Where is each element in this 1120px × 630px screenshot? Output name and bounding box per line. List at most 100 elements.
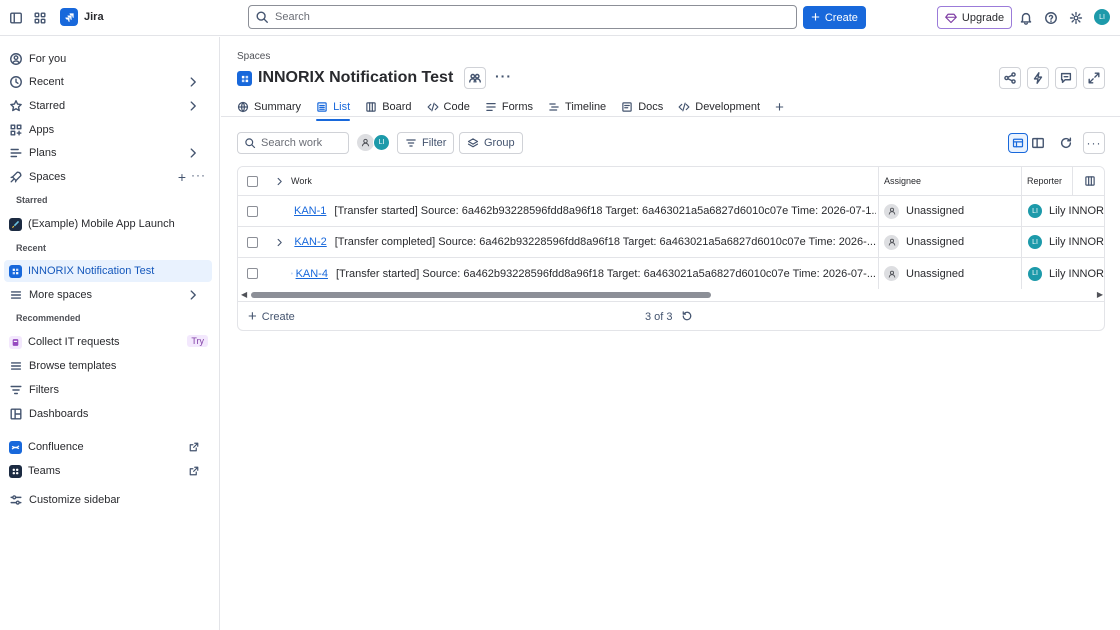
- sidebar-item-starred[interactable]: Starred: [4, 95, 212, 117]
- sidebar-item-browse-templates[interactable]: Browse templates: [4, 355, 212, 377]
- breadcrumb[interactable]: Spaces: [237, 51, 270, 62]
- user-avatar[interactable]: LI: [1093, 8, 1111, 26]
- upgrade-button[interactable]: Upgrade: [937, 6, 1012, 29]
- issue-key-link[interactable]: KAN-4: [296, 268, 328, 280]
- more-icon[interactable]: ···: [495, 68, 512, 84]
- timeline-icon: [549, 103, 559, 111]
- unassigned-filter-avatar[interactable]: [357, 134, 374, 151]
- reload-count-button[interactable]: [681, 310, 693, 322]
- detail-view-toggle[interactable]: [1031, 136, 1045, 150]
- sidebar-item-collect-it-requests[interactable]: Collect IT requests Try: [4, 331, 212, 353]
- row-checkbox[interactable]: [247, 258, 261, 289]
- table-row[interactable]: KAN-1 [Transfer started] Source: 6a462b9…: [238, 196, 1104, 227]
- fullscreen-button[interactable]: [1083, 67, 1105, 89]
- assignee-cell[interactable]: Unassigned: [884, 258, 1024, 289]
- upgrade-label: Upgrade: [961, 11, 1005, 24]
- more-actions-button[interactable]: ···: [1083, 132, 1105, 154]
- app-name[interactable]: Jira: [84, 11, 104, 23]
- chevron-right-icon[interactable]: [186, 146, 200, 160]
- column-header-work[interactable]: Work: [291, 167, 391, 195]
- jira-logo[interactable]: [60, 8, 78, 26]
- reporter-cell[interactable]: LI Lily INNORI: [1027, 196, 1104, 226]
- add-tab-icon[interactable]: +: [775, 99, 784, 116]
- issue-summary[interactable]: [Transfer started] Source: 6a462b9322859…: [336, 268, 876, 280]
- main-content: Spaces INNORIX Notification Test ··· Sum…: [221, 37, 1120, 630]
- sidebar-item-confluence[interactable]: Confluence: [4, 436, 212, 458]
- assignee-cell[interactable]: Unassigned: [884, 227, 1024, 257]
- sidebar-item-recent[interactable]: Recent: [4, 71, 212, 93]
- issue-summary[interactable]: [Transfer started] Source: 6a462b9322859…: [334, 205, 876, 217]
- global-search[interactable]: [248, 5, 797, 29]
- sidebar-item-apps[interactable]: Apps: [4, 119, 212, 141]
- sidebar-item-spaces[interactable]: Spaces + ···: [4, 166, 212, 188]
- group-button[interactable]: Group: [459, 132, 523, 154]
- sidebar-item-plans[interactable]: Plans: [4, 142, 212, 164]
- sidebar-item-mobile-app-launch[interactable]: (Example) Mobile App Launch: [4, 213, 212, 235]
- sidebar-item-for-you[interactable]: For you: [4, 48, 212, 70]
- table-row[interactable]: KAN-4 [Transfer started] Source: 6a462b9…: [238, 258, 1104, 289]
- feedback-button[interactable]: [1055, 67, 1077, 89]
- tab-forms[interactable]: Forms: [485, 96, 533, 118]
- bell-icon[interactable]: [1017, 9, 1035, 27]
- team-button[interactable]: [464, 67, 486, 89]
- chevron-right-icon[interactable]: [186, 75, 200, 89]
- external-link-icon[interactable]: [188, 441, 200, 453]
- reporter-cell[interactable]: LI Lily INNORI: [1027, 227, 1104, 257]
- refresh-button[interactable]: [1059, 136, 1073, 150]
- expand-row-chevron[interactable]: [274, 227, 288, 257]
- automation-button[interactable]: [1027, 67, 1049, 89]
- inline-create-button[interactable]: + Create: [248, 309, 295, 324]
- list-view-toggle[interactable]: [1008, 133, 1028, 153]
- assignee-cell[interactable]: Unassigned: [884, 196, 1024, 226]
- tab-list[interactable]: List: [316, 96, 351, 121]
- filter-button[interactable]: Filter: [397, 132, 455, 154]
- search-input[interactable]: [275, 11, 775, 23]
- sidebar-item-label: Filters: [29, 384, 59, 396]
- sidebar-item-dashboards[interactable]: Dashboards: [4, 403, 212, 425]
- horizontal-scrollbar[interactable]: ◀ ▶: [238, 289, 1104, 301]
- table-row[interactable]: KAN-2 [Transfer completed] Source: 6a462…: [238, 227, 1104, 258]
- sidebar-item-customize[interactable]: Customize sidebar: [4, 489, 212, 511]
- select-all-checkbox[interactable]: [247, 167, 261, 195]
- tab-board[interactable]: Board: [365, 96, 412, 118]
- tab-timeline[interactable]: Timeline: [548, 96, 606, 118]
- issue-key-link[interactable]: KAN-1: [294, 205, 326, 217]
- sidebar-item-label: INNORIX Notification Test: [28, 265, 155, 277]
- search-work-field[interactable]: [237, 132, 349, 154]
- tab-summary[interactable]: Summary: [237, 96, 301, 118]
- sidebar-item-filters[interactable]: Filters: [4, 379, 212, 401]
- more-icon[interactable]: ···: [191, 168, 206, 182]
- search-work-input[interactable]: [261, 137, 346, 149]
- add-space-icon[interactable]: +: [178, 169, 186, 185]
- tab-code[interactable]: Code: [427, 96, 470, 118]
- column-header-assignee[interactable]: Assignee: [884, 167, 1004, 195]
- external-link-icon[interactable]: [188, 465, 200, 477]
- settings-icon[interactable]: [1067, 9, 1085, 27]
- sidebar-item-innorix[interactable]: INNORIX Notification Test: [4, 260, 212, 282]
- columns-icon: [1085, 176, 1095, 186]
- sidebar-toggle-icon[interactable]: [7, 9, 25, 27]
- issue-key-link[interactable]: KAN-2: [294, 236, 326, 248]
- reporter-cell[interactable]: LI Lily INNORI: [1027, 258, 1104, 289]
- chevron-right-icon[interactable]: [186, 99, 200, 113]
- share-button[interactable]: [999, 67, 1021, 89]
- app-switcher-icon[interactable]: [31, 9, 49, 27]
- try-badge[interactable]: Try: [187, 335, 208, 347]
- column-header-reporter[interactable]: Reporter: [1027, 167, 1087, 195]
- sidebar-item-teams[interactable]: Teams: [4, 460, 212, 482]
- scroll-right-arrow[interactable]: ▶: [1097, 290, 1103, 299]
- row-checkbox[interactable]: [247, 196, 261, 226]
- help-icon[interactable]: [1042, 9, 1060, 27]
- scrollbar-thumb[interactable]: [251, 292, 711, 298]
- sidebar-item-more-spaces[interactable]: More spaces: [4, 284, 212, 306]
- row-checkbox[interactable]: [247, 227, 261, 257]
- chevron-right-icon[interactable]: [186, 288, 200, 302]
- user-filter-avatar[interactable]: LI: [373, 134, 390, 151]
- issue-summary[interactable]: [Transfer completed] Source: 6a462b93228…: [335, 236, 876, 248]
- tab-development[interactable]: Development: [678, 96, 760, 118]
- create-button[interactable]: + Create: [803, 6, 866, 29]
- scroll-left-arrow[interactable]: ◀: [241, 290, 247, 299]
- column-picker-button[interactable]: [1084, 167, 1098, 195]
- sidebar-item-label: Spaces: [29, 171, 66, 183]
- tab-docs[interactable]: Docs: [621, 96, 663, 118]
